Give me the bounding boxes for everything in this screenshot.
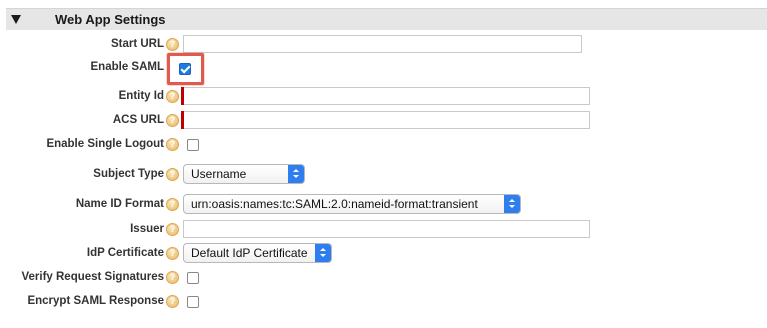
help-icon[interactable]: ? — [166, 138, 179, 151]
acs-url-input[interactable] — [183, 111, 590, 129]
row-enable-single-logout: Enable Single Logout ? — [0, 135, 767, 155]
issuer-label: Issuer — [130, 223, 164, 235]
encrypt-saml-response-label: Encrypt SAML Response — [27, 295, 164, 307]
required-indicator — [181, 111, 184, 129]
start-url-input[interactable] — [183, 35, 582, 53]
help-icon[interactable]: ? — [166, 223, 179, 236]
verify-request-signatures-checkbox[interactable] — [187, 272, 199, 284]
enable-saml-label: Enable SAML — [90, 61, 164, 73]
verify-request-signatures-label: Verify Request Signatures — [21, 271, 164, 283]
enable-single-logout-label: Enable Single Logout — [46, 138, 164, 150]
subject-type-value: Username — [191, 167, 247, 181]
help-icon[interactable]: ? — [166, 247, 179, 260]
highlight-annotation — [167, 53, 204, 85]
section-title: Web App Settings — [55, 12, 166, 27]
row-issuer: Issuer ? — [0, 220, 767, 240]
select-arrows-icon — [315, 244, 331, 262]
row-start-url: Start URL ? — [0, 35, 767, 55]
subject-type-select[interactable]: Username — [183, 164, 305, 184]
idp-certificate-label: IdP Certificate — [86, 247, 164, 259]
name-id-format-select[interactable]: urn:oasis:names:tc:SAML:2.0:nameid-forma… — [183, 194, 521, 214]
help-icon[interactable]: ? — [166, 90, 179, 103]
select-arrows-icon — [504, 195, 520, 213]
row-subject-type: Subject Type ? Username — [0, 164, 767, 185]
help-icon[interactable]: ? — [166, 114, 179, 127]
subject-type-label: Subject Type — [93, 168, 164, 180]
select-arrows-icon — [288, 165, 304, 183]
name-id-format-label: Name ID Format — [75, 198, 164, 210]
help-icon[interactable]: ? — [166, 168, 179, 181]
help-icon[interactable]: ? — [166, 295, 179, 308]
entity-id-label: Entity Id — [118, 90, 164, 102]
row-entity-id: Entity Id ? — [0, 87, 767, 107]
help-icon[interactable]: ? — [166, 198, 179, 211]
row-acs-url: ACS URL ? — [0, 111, 767, 131]
encrypt-saml-response-checkbox[interactable] — [187, 296, 199, 308]
acs-url-label: ACS URL — [112, 114, 164, 126]
row-name-id-format: Name ID Format ? urn:oasis:names:tc:SAML… — [0, 194, 767, 215]
idp-certificate-select[interactable]: Default IdP Certificate — [183, 243, 332, 263]
start-url-label: Start URL — [110, 38, 164, 50]
name-id-format-value: urn:oasis:names:tc:SAML:2.0:nameid-forma… — [191, 197, 478, 211]
row-idp-certificate: IdP Certificate ? Default IdP Certificat… — [0, 243, 767, 264]
row-verify-request-signatures: Verify Request Signatures ? — [0, 268, 767, 288]
issuer-input[interactable] — [183, 220, 590, 238]
row-encrypt-saml-response: Encrypt SAML Response ? — [0, 292, 767, 312]
enable-single-logout-checkbox[interactable] — [187, 139, 199, 151]
help-icon[interactable]: ? — [166, 38, 179, 51]
row-enable-saml: Enable SAML — [0, 58, 767, 78]
entity-id-input[interactable] — [183, 87, 590, 105]
section-header[interactable]: Web App Settings — [6, 8, 767, 30]
help-icon[interactable]: ? — [166, 271, 179, 284]
required-indicator — [181, 87, 184, 105]
idp-certificate-value: Default IdP Certificate — [191, 246, 308, 260]
collapse-triangle-icon[interactable] — [11, 15, 21, 24]
